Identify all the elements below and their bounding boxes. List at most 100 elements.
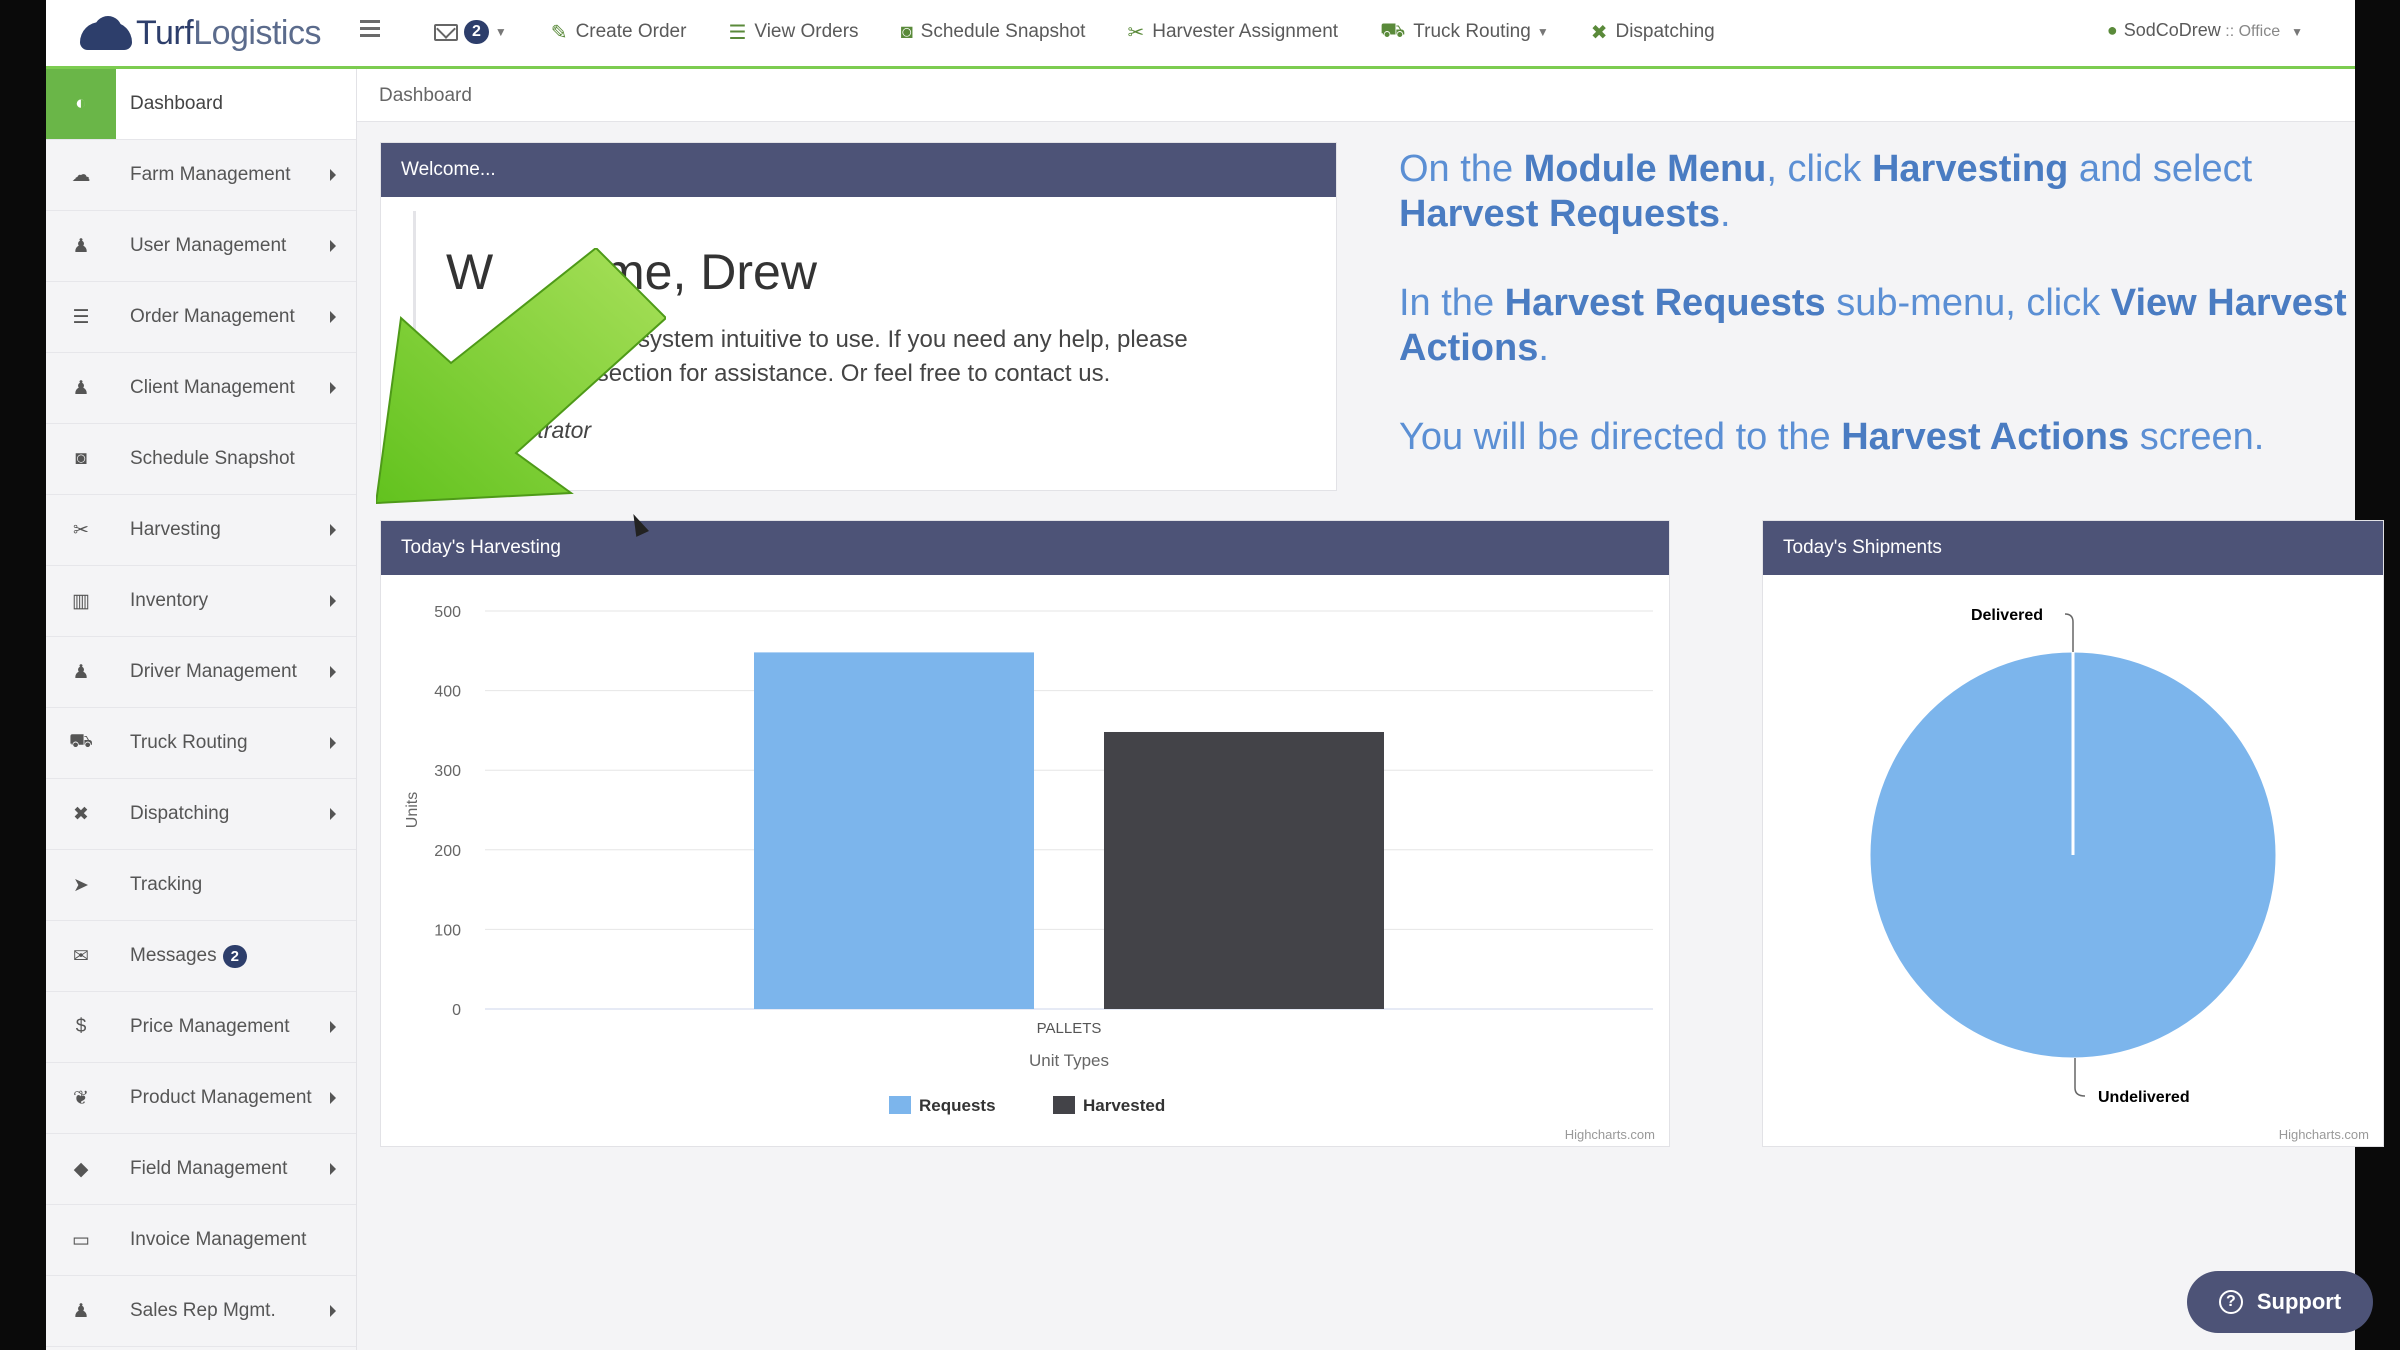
scissors-icon: ✂ [1127, 21, 1145, 44]
sidebar-item-invoice-management[interactable]: ▭ Invoice Management [46, 1205, 356, 1276]
sidebar-item-label: Dispatching [130, 803, 230, 824]
chevron-right-icon [330, 1092, 336, 1104]
chevron-right-icon [330, 808, 336, 820]
support-button[interactable]: ? Support [2187, 1271, 2373, 1333]
chevron-right-icon [330, 1021, 336, 1033]
sidebar-item-price-management[interactable]: $ Price Management [46, 992, 356, 1063]
shipments-pie-chart: Delivered Undelivered [1869, 607, 2277, 1106]
tutorial-arrow-icon [376, 248, 666, 505]
sidebar-item-field-management[interactable]: ◆ Field Management [46, 1134, 356, 1205]
nav-view-orders[interactable]: ☰ View Orders [728, 20, 858, 45]
sidebar-item-driver-management[interactable]: ♟ Driver Management [46, 637, 356, 708]
sidebar-item-client-management[interactable]: ♟ Client Management [46, 353, 356, 424]
y-tick-label: 100 [434, 922, 461, 939]
logo-text: TurfLogistics [136, 13, 321, 52]
dispatch-icon: ✖ [1590, 21, 1608, 44]
bar-chart-icon: ▥ [72, 590, 90, 612]
highcharts-credit[interactable]: Highcharts.com [1565, 1127, 1655, 1142]
connector-delivered [2064, 613, 2074, 652]
cloud-logo-icon [80, 16, 132, 50]
sidebar-item-label: Farm Management [130, 164, 291, 185]
sidebar-item-tracking[interactable]: ➤ Tracking [46, 850, 356, 921]
camera-icon: ◙ [75, 448, 87, 469]
sidebar-item-label: Harvesting [130, 519, 221, 540]
nav-create-order[interactable]: ✎ Create Order [551, 20, 687, 45]
sidebar-item-dashboard[interactable]: ◐ Dashboard [46, 69, 356, 140]
message-count-badge: 2 [464, 20, 489, 44]
tutorial-instructions: On the Module Menu, click Harvesting and… [1399, 147, 2349, 504]
pie-label-undelivered: Undelivered [2098, 1089, 2190, 1106]
chevron-right-icon [330, 169, 336, 181]
chevron-right-icon [330, 1305, 336, 1317]
sidebar-item-product-management[interactable]: ❦ Product Management [46, 1063, 356, 1134]
legend-harvested: Harvested [1083, 1096, 1165, 1115]
y-tick-label: 500 [434, 604, 461, 621]
module-menu: ◐ Dashboard ☁ Farm Management ♟ User Manageme… [46, 69, 357, 1350]
instruction-step-3: You will be directed to the Harvest Acti… [1399, 416, 2265, 458]
instruction-step-1: On the Module Menu, click Harvesting and… [1399, 148, 2253, 235]
bar-harvested [1104, 731, 1384, 1009]
tag-icon: ◆ [73, 1158, 89, 1180]
menu-toggle-icon[interactable] [360, 20, 380, 37]
sidebar-item-label: Dashboard [130, 93, 223, 114]
users-icon: ♟ [72, 235, 90, 257]
logo[interactable]: TurfLogistics [80, 10, 321, 56]
list-icon: ☰ [72, 306, 90, 328]
top-navbar: TurfLogistics 2 ▼ ✎ Create Order ☰ View … [46, 0, 2355, 69]
sidebar-item-harvesting[interactable]: ✂ Harvesting [46, 495, 356, 566]
sidebar-item-label: Client Management [130, 377, 295, 398]
users-icon: ♟ [72, 377, 90, 399]
chevron-right-icon [330, 737, 336, 749]
app-window: TurfLogistics 2 ▼ ✎ Create Order ☰ View … [46, 0, 2384, 1350]
location-arrow-icon: ➤ [73, 874, 89, 896]
sidebar-item-inventory[interactable]: ▥ Inventory [46, 566, 356, 637]
user-icon: ● [2106, 20, 2118, 40]
welcome-panel-header: Welcome... [381, 143, 1336, 197]
instruction-step-2: In the Harvest Requests sub-menu, click … [1399, 282, 2347, 369]
x-tick-label: PALLETS [1037, 1020, 1102, 1037]
sidebar-item-user-management[interactable]: ♟ User Management [46, 211, 356, 282]
sidebar-item-order-management[interactable]: ☰ Order Management [46, 282, 356, 353]
highcharts-credit[interactable]: Highcharts.com [2279, 1127, 2369, 1142]
sidebar-item-label: Field Management [130, 1158, 288, 1179]
y-tick-label: 200 [434, 843, 461, 860]
shipments-panel: Today's Shipments Delivered Undelivered H… [1762, 520, 2384, 1147]
question-icon: ? [2218, 1290, 2243, 1314]
legend-swatch [1053, 1096, 1075, 1114]
sidebar-item-dispatching[interactable]: ✖ Dispatching [46, 779, 356, 850]
scissors-icon: ✂ [73, 519, 89, 541]
breadcrumb-dashboard[interactable]: Dashboard [379, 85, 472, 107]
sidebar-item-messages[interactable]: ✉ Messages 2 [46, 921, 356, 992]
nav-truck-routing[interactable]: ⛟ Truck Routing ▼ [1380, 20, 1549, 45]
sidebar-item-farm-management[interactable]: ☁ Farm Management [46, 140, 356, 211]
connector-undelivered [2074, 1058, 2086, 1097]
nav-dispatching[interactable]: ✖ Dispatching [1591, 20, 1715, 45]
truck-icon: ⛟ [1380, 19, 1406, 42]
sidebar-item-label: Inventory [130, 590, 209, 611]
messages-count-badge: 2 [222, 944, 247, 968]
sidebar-item-label: Truck Routing [130, 732, 248, 753]
dispatch-icon: ✖ [73, 803, 89, 825]
harvesting-panel-header: Today's Harvesting [381, 521, 1669, 575]
user-menu[interactable]: ● SodCoDrew :: Office ▼ [2107, 20, 2303, 41]
nav-schedule-snapshot[interactable]: ◙ Schedule Snapshot [901, 21, 1086, 44]
nav-harvester-assignment[interactable]: ✂ Harvester Assignment [1127, 20, 1338, 45]
messages-dropdown[interactable]: 2 ▼ [434, 20, 507, 44]
sidebar-item-label: Price Management [130, 1016, 290, 1037]
folder-icon: ▭ [72, 1229, 90, 1251]
sidebar-item-label: Order Management [130, 306, 295, 327]
users-icon: ♟ [72, 1300, 90, 1322]
y-tick-label: 0 [452, 1002, 461, 1019]
sidebar-item-truck-routing[interactable]: ⛟ Truck Routing [46, 708, 356, 779]
sidebar-item-label: Product Management [130, 1087, 312, 1108]
sidebar-item-label: Driver Management [130, 661, 297, 682]
bar-requests [754, 652, 1034, 1009]
sidebar-item-sales-rep-mgmt[interactable]: ♟ Sales Rep Mgmt. [46, 1276, 356, 1347]
chevron-right-icon [330, 595, 336, 607]
sidebar-item-schedule-snapshot[interactable]: ◙ Schedule Snapshot [46, 424, 356, 495]
x-axis-title: Unit Types [1029, 1051, 1109, 1070]
pie-label-delivered: Delivered [1971, 607, 2043, 624]
caret-down-icon: ▼ [1536, 25, 1549, 39]
top-nav: 2 ▼ ✎ Create Order ☰ View Orders ◙ Sched… [434, 0, 1757, 64]
envelope-icon: ✉ [73, 945, 89, 967]
